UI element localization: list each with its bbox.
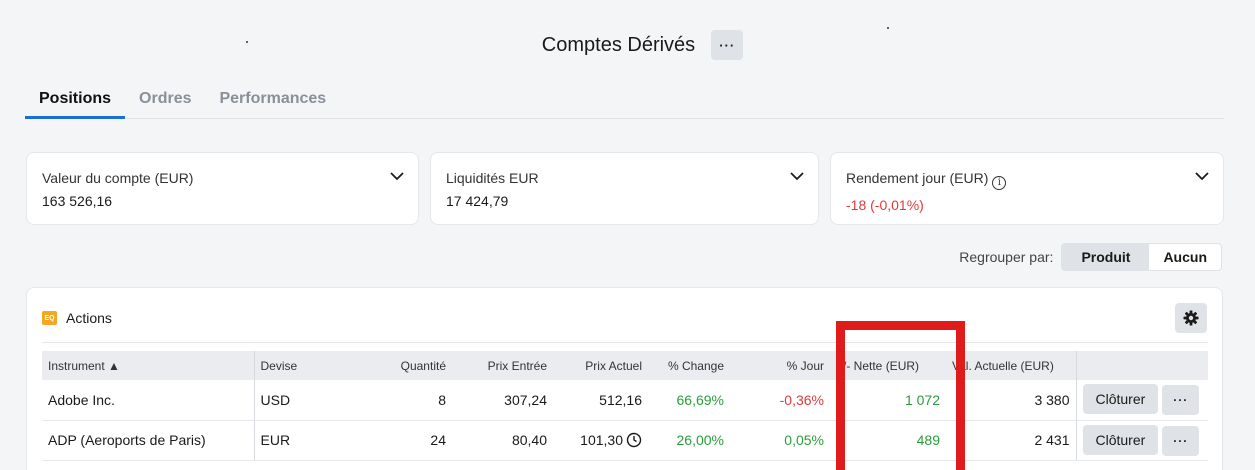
cell-prix-actuel: 101,30 <box>580 432 623 448</box>
cell-instrument: ADP (Aeroports de Paris) <box>42 420 255 461</box>
page-header: Comptes Dérivés ··· <box>0 30 1255 60</box>
cell-prix-entree: 80,40 <box>452 420 553 461</box>
tab-bar: Positions Ordres Performances <box>25 80 1224 119</box>
col-header-prix-entree[interactable]: Prix Entrée <box>452 351 553 380</box>
chevron-down-icon[interactable] <box>790 171 804 181</box>
card-account-value[interactable]: Valeur du compte (EUR) 163 526,16 <box>26 152 419 225</box>
row-more-button[interactable]: ··· <box>1162 425 1200 456</box>
card-label: Valeur du compte (EUR) <box>42 170 194 186</box>
settings-button[interactable] <box>1175 303 1207 333</box>
card-daily-return[interactable]: Rendement jour (EUR) i -18 (-0,01%) <box>830 152 1224 225</box>
col-header-valeur[interactable]: Val. Actuelle (EUR) <box>946 351 1077 380</box>
cell-change: 66,69% <box>648 380 730 421</box>
card-value: -18 (-0,01%) <box>846 197 924 213</box>
row-more-button[interactable]: ··· <box>1162 385 1200 416</box>
group-by-produit-button[interactable]: Produit <box>1062 244 1150 270</box>
col-header-devise[interactable]: Devise <box>254 351 348 380</box>
cell-valeur: 2 431 <box>946 420 1077 461</box>
cell-actions: Clôturer ··· <box>1076 380 1208 421</box>
cell-change: 26,00% <box>648 420 730 461</box>
gear-icon <box>1183 310 1199 326</box>
col-header-jour[interactable]: % Jour <box>730 351 830 380</box>
close-position-button[interactable]: Clôturer <box>1082 384 1159 415</box>
card-liquidity[interactable]: Liquidités EUR 17 424,79 <box>430 152 819 225</box>
header-more-button[interactable]: ··· <box>711 30 744 60</box>
chevron-down-icon[interactable] <box>390 171 404 181</box>
clock-icon <box>626 432 642 448</box>
group-by-toggle: Produit Aucun <box>1061 243 1222 271</box>
cell-quantite: 8 <box>348 380 452 421</box>
eq-badge-icon: EQ <box>42 311 57 325</box>
col-header-prix-actuel[interactable]: Prix Actuel <box>553 351 648 380</box>
col-header-actions <box>1076 351 1208 380</box>
tab-performances[interactable]: Performances <box>205 80 340 119</box>
table-row[interactable]: ADP (Aeroports de Paris) EUR 24 80,40 10… <box>42 420 1208 461</box>
close-position-button[interactable]: Clôturer <box>1082 424 1159 455</box>
cell-actions: Clôturer ··· <box>1076 420 1208 461</box>
cell-prix-entree: 307,24 <box>452 380 553 421</box>
col-header-change[interactable]: % Change <box>648 351 730 380</box>
tab-positions[interactable]: Positions <box>25 80 126 119</box>
group-by-label: Regrouper par: <box>959 249 1054 265</box>
group-by-aucun-button[interactable]: Aucun <box>1149 244 1221 270</box>
cell-quantite: 24 <box>348 420 452 461</box>
stray-dot <box>887 27 889 29</box>
page-title: Comptes Dérivés <box>541 33 696 56</box>
card-label-row: Rendement jour (EUR) i <box>846 170 1208 190</box>
cell-valeur: 3 380 <box>946 380 1077 421</box>
section-header: EQ Actions <box>42 310 112 326</box>
divider <box>42 342 1208 343</box>
tab-ordres[interactable]: Ordres <box>125 80 205 119</box>
positions-panel: EQ Actions Instrument ▲ Devise Quantité … <box>26 287 1223 470</box>
summary-cards: Valeur du compte (EUR) 163 526,16 Liquid… <box>26 152 1224 225</box>
positions-table: Instrument ▲ Devise Quantité Prix Entrée… <box>42 351 1208 461</box>
cell-devise: USD <box>254 380 348 421</box>
table-row[interactable]: Adobe Inc. USD 8 307,24 512,16 66,69% -0… <box>42 380 1208 421</box>
chevron-down-icon[interactable] <box>1195 171 1209 181</box>
highlight-box <box>836 321 965 470</box>
col-header-instrument[interactable]: Instrument ▲ <box>42 351 255 380</box>
cell-prix-actuel: 512,16 <box>553 380 648 421</box>
card-value: 163 526,16 <box>42 193 113 209</box>
cell-instrument: Adobe Inc. <box>42 380 255 421</box>
section-title: Actions <box>66 310 112 326</box>
card-label: Liquidités EUR <box>446 170 539 186</box>
cell-prix-actuel-wrap: 101,30 <box>553 420 648 461</box>
card-label: Rendement jour (EUR) <box>846 170 989 186</box>
group-by-control: Regrouper par: Produit Aucun <box>959 243 1222 271</box>
cell-devise: EUR <box>254 420 348 461</box>
card-value: 17 424,79 <box>446 193 509 209</box>
table-header-row: Instrument ▲ Devise Quantité Prix Entrée… <box>42 351 1208 380</box>
cell-jour: -0,36% <box>730 380 830 421</box>
cell-jour: 0,05% <box>730 420 830 461</box>
col-header-quantite[interactable]: Quantité <box>348 351 452 380</box>
info-icon[interactable]: i <box>992 176 1007 190</box>
